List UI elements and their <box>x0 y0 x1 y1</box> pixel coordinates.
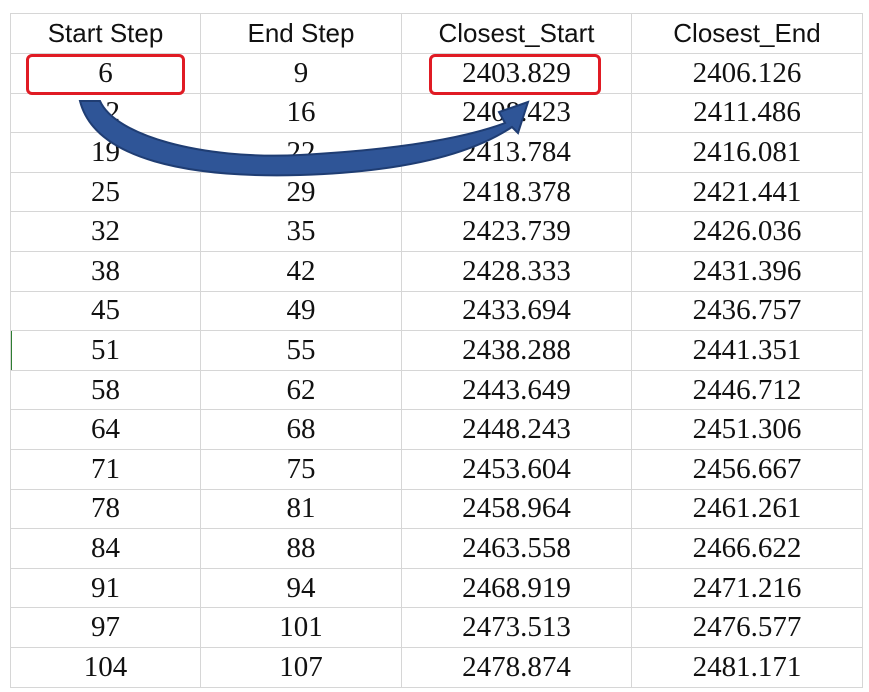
closest-start-highlight <box>429 54 601 95</box>
closest-start-cell[interactable]: 2453.604 <box>401 448 632 490</box>
table-row: 58 62 2443.649 2446.712 <box>10 369 863 411</box>
closest-start-cell[interactable]: 2408.423 <box>401 92 632 134</box>
closest-start-cell[interactable]: 2473.513 <box>401 607 632 648</box>
closest-end-cell[interactable]: 2461.261 <box>631 488 863 530</box>
closest-start-cell[interactable]: 2418.378 <box>401 171 632 213</box>
end-step-cell[interactable]: 42 <box>200 250 402 292</box>
end-step-cell[interactable]: 16 <box>200 92 402 134</box>
closest-end-cell[interactable]: 2451.306 <box>631 409 863 450</box>
closest-end-cell[interactable]: 2411.486 <box>631 92 863 134</box>
end-step-cell[interactable]: 62 <box>200 369 402 411</box>
start-step-cell[interactable]: 51 <box>10 330 201 371</box>
table-row: 19 22 2413.784 2416.081 <box>10 132 863 173</box>
start-step-cell[interactable]: 71 <box>10 448 201 490</box>
end-step-cell[interactable]: 81 <box>200 488 402 530</box>
closest-end-cell[interactable]: 2426.036 <box>631 211 863 252</box>
start-step-cell[interactable]: 104 <box>10 646 201 688</box>
closest-start-cell[interactable]: 2433.694 <box>401 290 632 332</box>
closest-end-cell[interactable]: 2421.441 <box>631 171 863 213</box>
start-step-cell[interactable]: 78 <box>10 488 201 530</box>
table-row: 32 35 2423.739 2426.036 <box>10 211 863 252</box>
closest-start-cell[interactable]: 2448.243 <box>401 409 632 450</box>
table-row: 51 55 2438.288 2441.351 <box>10 330 863 371</box>
table-row: 25 29 2418.378 2421.441 <box>10 171 863 213</box>
table-row: 38 42 2428.333 2431.396 <box>10 250 863 292</box>
closest-start-cell[interactable]: 2443.649 <box>401 369 632 411</box>
closest-end-cell[interactable]: 2471.216 <box>631 567 863 609</box>
start-step-cell[interactable]: 19 <box>10 132 201 173</box>
start-step-cell[interactable]: 97 <box>10 607 201 648</box>
start-step-cell[interactable]: 25 <box>10 171 201 213</box>
header-start-step[interactable]: Start Step <box>10 13 201 54</box>
closest-end-cell[interactable]: 2416.081 <box>631 132 863 173</box>
closest-start-cell[interactable]: 2428.333 <box>401 250 632 292</box>
start-step-cell[interactable]: 91 <box>10 567 201 609</box>
closest-start-cell[interactable]: 2463.558 <box>401 528 632 569</box>
end-step-cell[interactable]: 107 <box>200 646 402 688</box>
closest-end-cell[interactable]: 2406.126 <box>631 53 863 94</box>
end-step-cell[interactable]: 68 <box>200 409 402 450</box>
closest-end-cell[interactable]: 2446.712 <box>631 369 863 411</box>
closest-start-cell[interactable]: 2478.874 <box>401 646 632 688</box>
table-row: 45 49 2433.694 2436.757 <box>10 290 863 332</box>
closest-start-cell[interactable]: 2423.739 <box>401 211 632 252</box>
end-step-cell[interactable]: 22 <box>200 132 402 173</box>
end-step-cell[interactable]: 75 <box>200 448 402 490</box>
end-step-cell[interactable]: 55 <box>200 330 402 371</box>
closest-start-cell[interactable]: 2468.919 <box>401 567 632 609</box>
end-step-cell[interactable]: 88 <box>200 528 402 569</box>
header-closest-end[interactable]: Closest_End <box>631 13 863 54</box>
end-step-cell[interactable]: 35 <box>200 211 402 252</box>
header-closest-start[interactable]: Closest_Start <box>401 13 632 54</box>
start-step-cell[interactable]: 38 <box>10 250 201 292</box>
start-step-highlight <box>26 54 185 95</box>
start-step-cell[interactable]: 64 <box>10 409 201 450</box>
closest-end-cell[interactable]: 2431.396 <box>631 250 863 292</box>
end-step-cell[interactable]: 49 <box>200 290 402 332</box>
end-step-cell[interactable]: 101 <box>200 607 402 648</box>
table-row: 78 81 2458.964 2461.261 <box>10 488 863 530</box>
table-row: 91 94 2468.919 2471.216 <box>10 567 863 609</box>
end-step-cell[interactable]: 29 <box>200 171 402 213</box>
start-step-cell[interactable]: 32 <box>10 211 201 252</box>
header-row: Start Step End Step Closest_Start Closes… <box>10 13 863 54</box>
closest-end-cell[interactable]: 2436.757 <box>631 290 863 332</box>
closest-end-cell[interactable]: 2466.622 <box>631 528 863 569</box>
closest-start-cell[interactable]: 2438.288 <box>401 330 632 371</box>
table-row: 84 88 2463.558 2466.622 <box>10 528 863 569</box>
end-step-cell[interactable]: 9 <box>200 53 402 94</box>
data-table: Start Step End Step Closest_Start Closes… <box>10 13 863 688</box>
closest-end-cell[interactable]: 2481.171 <box>631 646 863 688</box>
closest-end-cell[interactable]: 2456.667 <box>631 448 863 490</box>
start-step-cell[interactable]: 84 <box>10 528 201 569</box>
start-step-cell[interactable]: 45 <box>10 290 201 332</box>
closest-start-cell[interactable]: 2413.784 <box>401 132 632 173</box>
header-end-step[interactable]: End Step <box>200 13 402 54</box>
start-step-cell[interactable]: 58 <box>10 369 201 411</box>
closest-start-cell[interactable]: 2458.964 <box>401 488 632 530</box>
closest-end-cell[interactable]: 2476.577 <box>631 607 863 648</box>
start-step-cell[interactable]: 12 <box>10 92 201 134</box>
end-step-cell[interactable]: 94 <box>200 567 402 609</box>
table-row: 104 107 2478.874 2481.171 <box>10 646 863 688</box>
table-row: 12 16 2408.423 2411.486 <box>10 92 863 134</box>
table-row: 71 75 2453.604 2456.667 <box>10 448 863 490</box>
closest-end-cell[interactable]: 2441.351 <box>631 330 863 371</box>
table-row: 64 68 2448.243 2451.306 <box>10 409 863 450</box>
table-row: 97 101 2473.513 2476.577 <box>10 607 863 648</box>
